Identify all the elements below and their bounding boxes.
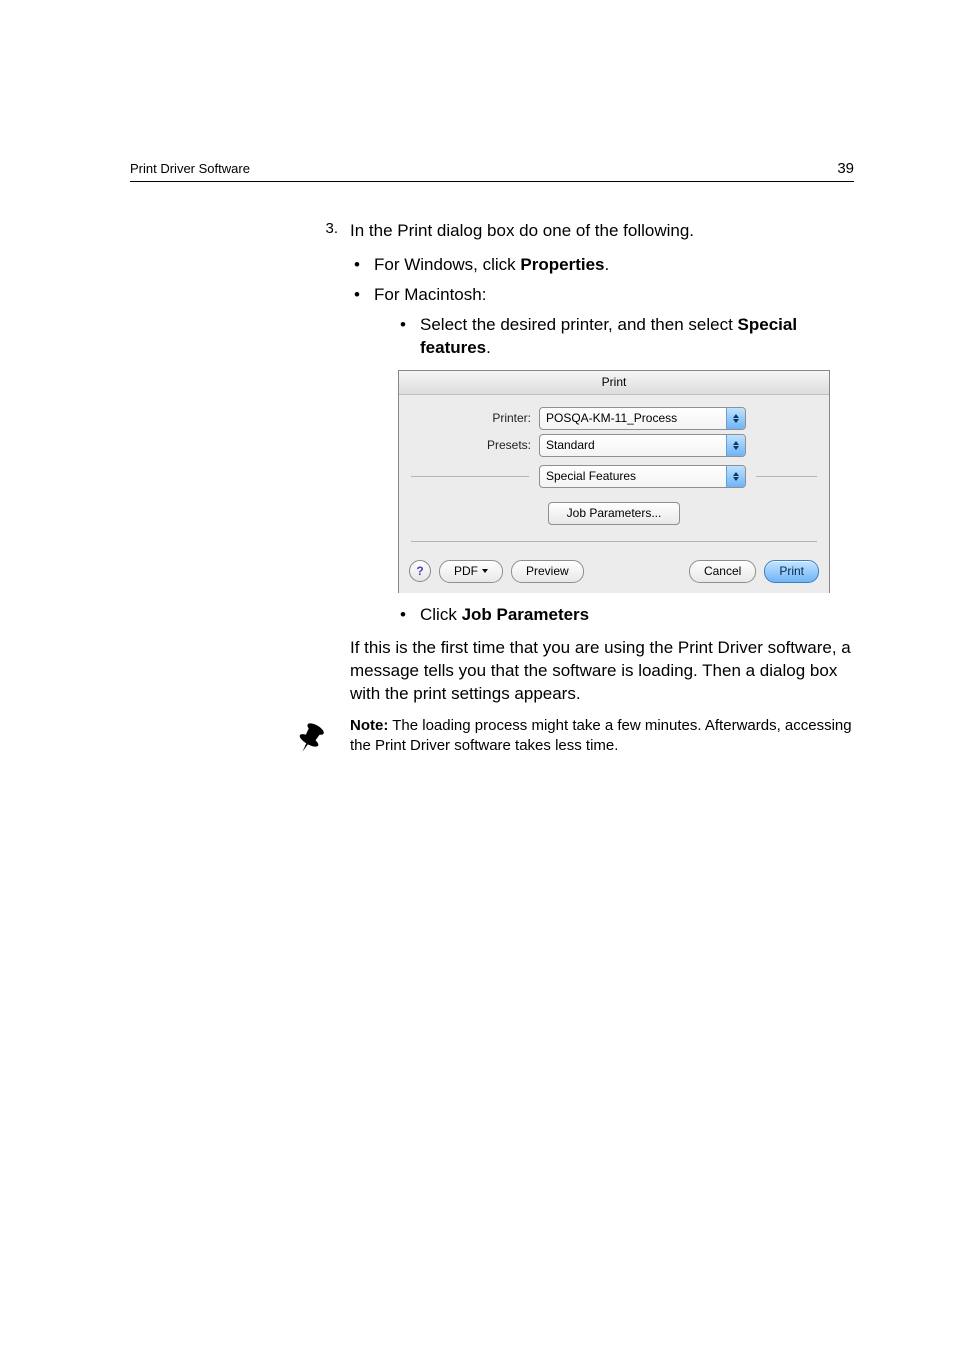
dialog-title: Print: [399, 371, 829, 395]
dropdown-arrows-icon: [726, 435, 745, 456]
step-text: In the Print dialog box do one of the fo…: [338, 220, 854, 243]
printer-label: Printer:: [411, 410, 539, 427]
help-button[interactable]: ?: [409, 560, 431, 582]
bullet-windows: For Windows, click Properties.: [350, 253, 854, 277]
job-parameters-button[interactable]: Job Parameters...: [548, 502, 681, 525]
section-title: Print Driver Software: [130, 161, 250, 176]
pdf-label: PDF: [454, 563, 478, 580]
bullet-mac-text: For Macintosh:: [374, 285, 486, 304]
cancel-button[interactable]: Cancel: [689, 560, 756, 583]
step-number: 3.: [310, 220, 338, 243]
print-dialog-figure: Print Printer: POSQA-KM-11_Process: [398, 370, 830, 593]
page-number: 39: [837, 160, 854, 177]
divider: Special Features: [411, 465, 817, 488]
help-icon: ?: [416, 563, 423, 580]
pane-select[interactable]: Special Features: [539, 465, 746, 488]
page-header: Print Driver Software 39: [130, 160, 854, 182]
dropdown-arrows-icon: [726, 466, 745, 487]
note-body: The loading process might take a few min…: [350, 717, 852, 754]
click-prefix: Click: [420, 605, 462, 624]
step-3: 3. In the Print dialog box do one of the…: [310, 220, 854, 243]
printer-select-value: POSQA-KM-11_Process: [540, 408, 726, 429]
presets-label: Presets:: [411, 437, 539, 454]
note-label: Note:: [350, 717, 388, 734]
bullet-windows-bold: Properties: [520, 255, 604, 274]
note-pin-icon: [290, 716, 340, 763]
sub-bullet-click-job-parameters: Click Job Parameters: [396, 603, 854, 627]
sub-bullet-prefix: Select the desired printer, and then sel…: [420, 315, 738, 334]
dropdown-arrows-icon: [726, 408, 745, 429]
print-button[interactable]: Print: [764, 560, 819, 583]
preview-label: Preview: [526, 563, 569, 580]
bullet-windows-prefix: For Windows, click: [374, 255, 520, 274]
sub-bullet-select-printer: Select the desired printer, and then sel…: [396, 313, 854, 361]
note-text: Note: The loading process might take a f…: [350, 716, 854, 757]
presets-select-value: Standard: [540, 435, 726, 456]
cancel-label: Cancel: [704, 563, 741, 580]
preview-button[interactable]: Preview: [511, 560, 584, 583]
click-bold: Job Parameters: [462, 605, 590, 624]
divider: [411, 541, 817, 542]
presets-select[interactable]: Standard: [539, 434, 746, 457]
pdf-button[interactable]: PDF: [439, 560, 503, 583]
print-label: Print: [779, 563, 804, 580]
printer-select[interactable]: POSQA-KM-11_Process: [539, 407, 746, 430]
pane-select-value: Special Features: [540, 466, 726, 487]
chevron-down-icon: [482, 569, 488, 573]
job-parameters-label: Job Parameters...: [567, 505, 662, 522]
bullet-mac: For Macintosh: Select the desired printe…: [350, 283, 854, 627]
sub-bullet-suffix: .: [486, 338, 491, 357]
body-paragraph: If this is the first time that you are u…: [310, 637, 854, 706]
bullet-windows-suffix: .: [605, 255, 610, 274]
